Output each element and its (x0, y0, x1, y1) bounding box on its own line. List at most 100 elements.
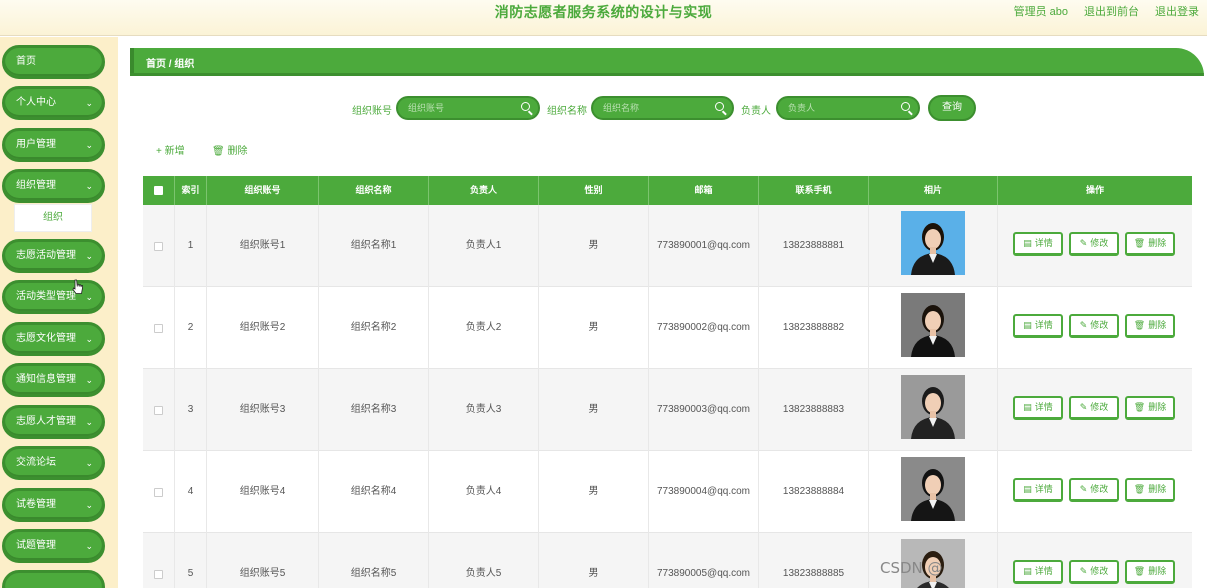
detail-button[interactable]: ▤ 详情 (1013, 560, 1063, 584)
name-search-input[interactable]: 组织名称 (591, 96, 734, 120)
sidebar-item-label: 个人中心 (16, 97, 56, 108)
sidebar-item-volunteer-culture[interactable]: 志愿文化管理 ⌄ (2, 322, 105, 356)
delete-button[interactable]: 🗑 删除 (1125, 314, 1175, 338)
button-label: 修改 (1090, 402, 1109, 412)
cell-leader: 负责人2 (429, 287, 539, 369)
cell-email: 773890002@qq.com (649, 287, 759, 369)
mouse-cursor-icon (72, 279, 83, 294)
button-label: 修改 (1090, 320, 1109, 330)
button-label: 修改 (1090, 566, 1109, 576)
column-header: 组织名称 (319, 176, 429, 205)
delete-button[interactable]: 🗑 删除 (1125, 478, 1175, 502)
select-all-checkbox[interactable] (154, 186, 163, 195)
delete-button[interactable]: 🗑 删除 (1125, 232, 1175, 256)
detail-button[interactable]: ▤ 详情 (1013, 314, 1063, 338)
sidebar-item-label: 试题管理 (16, 540, 56, 551)
column-header: 组织账号 (207, 176, 319, 205)
cell-phone: 13823888883 (759, 369, 869, 451)
row-checkbox[interactable] (154, 570, 163, 579)
detail-button[interactable]: ▤ 详情 (1013, 232, 1063, 256)
row-select-cell (143, 369, 175, 451)
row-checkbox[interactable] (154, 406, 163, 415)
top-bar: 消防志愿者服务系统的设计与实现 管理员 abo 退出到前台 退出登录 (0, 0, 1207, 36)
sidebar-item-activity-types[interactable]: 活动类型管理 ⌄ (2, 280, 105, 314)
edit-button[interactable]: ✎ 修改 (1069, 232, 1119, 256)
sidebar-item-notices[interactable]: 通知信息管理 ⌄ (2, 363, 105, 397)
chevron-down-icon: ⌄ (85, 334, 93, 344)
sidebar-item-questions[interactable]: 试题管理 ⌄ (2, 529, 105, 563)
edit-button[interactable]: ✎ 修改 (1069, 478, 1119, 502)
cell-email: 773890005@qq.com (649, 533, 759, 588)
table-row: 2 组织账号2 组织名称2 负责人2 男 773890002@qq.com 13823888… (143, 287, 1192, 369)
select-all-cell (143, 176, 175, 205)
cell-index: 1 (175, 205, 207, 287)
chevron-down-icon: ⌄ (85, 98, 93, 108)
chevron-down-icon: ⌄ (85, 375, 93, 385)
user-label: 管理员 abo (1013, 6, 1068, 18)
cell-account: 组织账号2 (207, 287, 319, 369)
avatar (901, 375, 965, 439)
chevron-down-icon: ⌄ (85, 140, 93, 150)
document-icon: ▤ (1023, 402, 1032, 412)
sidebar-item-volunteer-activities[interactable]: 志愿活动管理 ⌄ (2, 239, 105, 273)
watermark: CSDN @ (880, 559, 943, 577)
cell-account: 组织账号3 (207, 369, 319, 451)
trash-icon: 🗑 (1133, 402, 1146, 412)
row-checkbox[interactable] (154, 242, 163, 251)
delete-button[interactable]: 🗑 删除 (1125, 396, 1175, 420)
sidebar-item-volunteer-talent[interactable]: 志愿人才管理 ⌄ (2, 405, 105, 439)
cell-gender: 男 (539, 369, 649, 451)
table-row: 1 组织账号1 组织名称1 负责人1 男 773890001@qq.com 13823888… (143, 205, 1192, 287)
sidebar-item-users[interactable]: 用户管理 ⌄ (2, 128, 105, 162)
account-search-input[interactable]: 组织账号 (396, 96, 540, 120)
cell-name: 组织名称5 (319, 533, 429, 588)
sidebar-item-label: 首页 (16, 56, 36, 67)
sidebar: 首页 个人中心 ⌄ 用户管理 ⌄ 组织管理 ⌄ 组织 志愿活动管理 ⌄ 活动类型管理 ⌄ … (0, 37, 118, 588)
cell-phone: 13823888884 (759, 451, 869, 533)
query-button[interactable]: 查询 (928, 95, 976, 121)
edit-button[interactable]: ✎ 修改 (1069, 396, 1119, 420)
cell-index: 3 (175, 369, 207, 451)
row-checkbox[interactable] (154, 324, 163, 333)
edit-button[interactable]: ✎ 修改 (1069, 560, 1119, 584)
column-header: 索引 (175, 176, 207, 205)
sidebar-item-more[interactable] (2, 570, 105, 588)
trash-icon: 🗑 (212, 146, 228, 157)
button-label: 详情 (1034, 402, 1053, 412)
detail-button[interactable]: ▤ 详情 (1013, 478, 1063, 502)
cell-index: 2 (175, 287, 207, 369)
breadcrumb: 首页 / 组织 (130, 48, 1204, 76)
detail-button[interactable]: ▤ 详情 (1013, 396, 1063, 420)
button-label: 删除 (1148, 320, 1167, 330)
sidebar-item-exams[interactable]: 试卷管理 ⌄ (2, 488, 105, 522)
trash-icon: 🗑 (1133, 238, 1146, 248)
edit-button[interactable]: ✎ 修改 (1069, 314, 1119, 338)
cell-name: 组织名称3 (319, 369, 429, 451)
sidebar-item-forum[interactable]: 交流论坛 ⌄ (2, 446, 105, 480)
avatar (901, 457, 965, 521)
back-to-front-link[interactable]: 退出到前台 (1084, 3, 1139, 19)
chevron-down-icon: ⌄ (85, 181, 93, 191)
cell-name: 组织名称4 (319, 451, 429, 533)
chevron-down-icon: ⌄ (85, 251, 93, 261)
pencil-icon: ✎ (1079, 402, 1088, 412)
sidebar-item-home[interactable]: 首页 (2, 45, 105, 79)
sidebar-item-organizations[interactable]: 组织管理 ⌄ (2, 169, 105, 203)
sidebar-item-profile[interactable]: 个人中心 ⌄ (2, 86, 105, 120)
button-label: 修改 (1090, 238, 1109, 248)
row-checkbox[interactable] (154, 488, 163, 497)
delete-button[interactable]: 🗑 删除 (1125, 560, 1175, 584)
row-select-cell (143, 287, 175, 369)
cell-phone: 13823888885 (759, 533, 869, 588)
data-table: 索引 组织账号 组织名称 负责人 性别 邮箱 联系手机 相片 操作 1 组织账号1… (143, 176, 1192, 588)
leader-search-input[interactable]: 负责人 (776, 96, 920, 120)
logout-link[interactable]: 退出登录 (1155, 3, 1199, 19)
add-button[interactable]: + 新增 (156, 142, 185, 157)
sidebar-item-label: 交流论坛 (16, 457, 56, 468)
submenu-item-organization[interactable]: 组织 (14, 204, 92, 232)
button-label: 修改 (1090, 484, 1109, 494)
cell-name: 组织名称1 (319, 205, 429, 287)
delete-selected-button[interactable]: 🗑 删除 (212, 142, 247, 157)
cell-leader: 负责人5 (429, 533, 539, 588)
row-select-cell (143, 533, 175, 588)
